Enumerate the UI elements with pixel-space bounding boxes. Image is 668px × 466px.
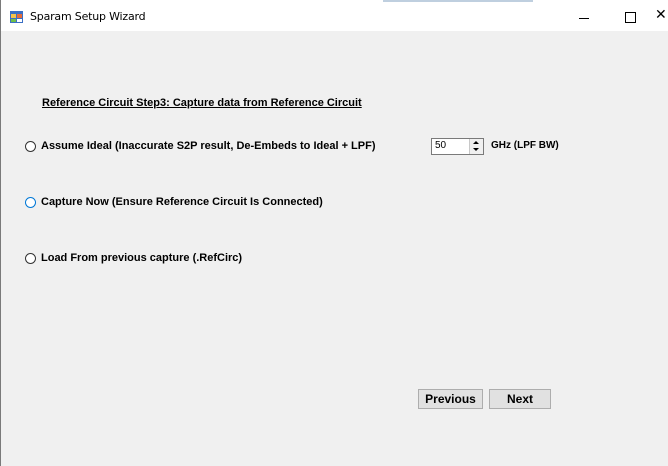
lpf-bandwidth-value[interactable]: 50 [435,140,446,151]
wizard-window: Sparam Setup Wizard ✕ Reference Circuit … [0,0,668,466]
title-accent-line [383,0,533,2]
close-icon: ✕ [655,7,667,23]
radio-button[interactable] [25,252,36,264]
radio-button[interactable] [25,140,36,152]
minimize-button[interactable] [561,0,607,31]
spin-buttons[interactable] [469,139,483,154]
chevron-up-icon[interactable] [473,141,479,144]
close-button[interactable]: ✕ [649,0,668,31]
lpf-bandwidth-spinbox[interactable]: 50 [431,138,484,155]
minimize-icon [579,18,589,19]
option-label[interactable]: Capture Now (Ensure Reference Circuit Is… [41,196,323,208]
app-window-icon [10,11,23,23]
step-heading: Reference Circuit Step3: Capture data fr… [42,97,362,109]
option-capture-now[interactable]: Capture Now (Ensure Reference Circuit Is… [25,194,323,210]
maximize-button[interactable] [607,0,653,31]
title-bar[interactable]: Sparam Setup Wizard ✕ [1,0,668,31]
previous-button[interactable]: Previous [418,389,483,409]
next-button[interactable]: Next [489,389,551,409]
maximize-icon [625,12,636,23]
lpf-unit-label: GHz (LPF BW) [491,140,559,151]
option-load-previous[interactable]: Load From previous capture (.RefCirc) [25,250,242,266]
option-label[interactable]: Load From previous capture (.RefCirc) [41,252,242,264]
window-title: Sparam Setup Wizard [30,10,146,23]
radio-button[interactable] [25,196,36,208]
option-label[interactable]: Assume Ideal (Inaccurate S2P result, De-… [41,140,376,152]
chevron-down-icon[interactable] [473,148,479,151]
option-assume-ideal[interactable]: Assume Ideal (Inaccurate S2P result, De-… [25,138,376,154]
